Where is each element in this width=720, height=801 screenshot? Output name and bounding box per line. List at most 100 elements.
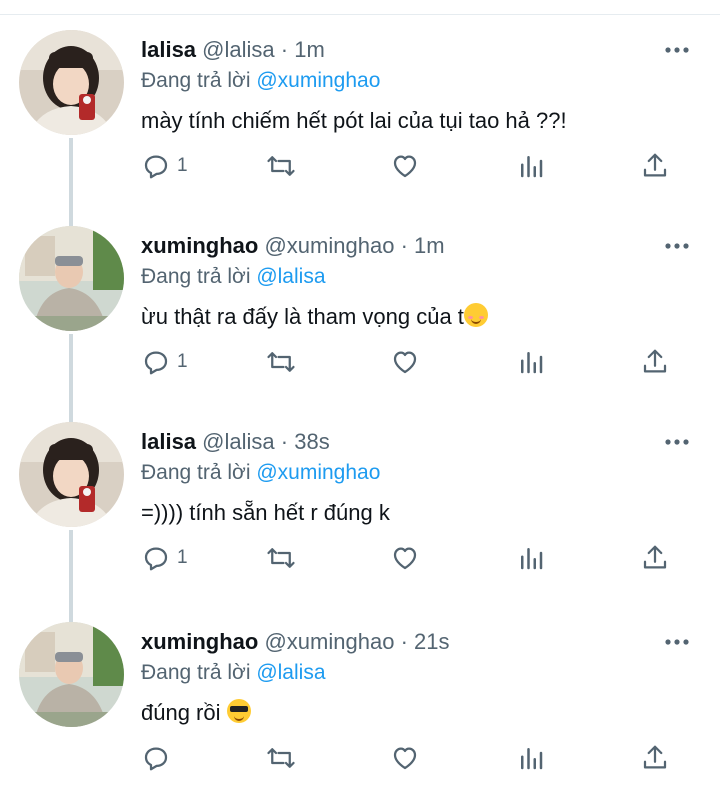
more-options-button[interactable] bbox=[664, 38, 690, 62]
share-button[interactable] bbox=[640, 146, 670, 186]
tweet-actions: 1 bbox=[0, 538, 720, 578]
tweet-header: xuminghao @xuminghao · 21s bbox=[141, 628, 450, 656]
avatar[interactable] bbox=[19, 622, 124, 727]
replying-to: Đang trả lời @lalisa bbox=[141, 659, 326, 687]
timestamp[interactable]: 1m bbox=[414, 233, 445, 258]
tweet-text: ừu thật ra đấy là tham vọng của t bbox=[141, 302, 488, 332]
separator-dot: · bbox=[280, 37, 289, 62]
retweet-button[interactable] bbox=[266, 342, 296, 382]
analytics-icon bbox=[521, 156, 543, 178]
display-name[interactable]: lalisa bbox=[141, 429, 196, 454]
analytics-icon bbox=[521, 548, 543, 570]
analytics-icon bbox=[521, 748, 543, 770]
reply-count: 1 bbox=[177, 547, 188, 568]
avatar[interactable] bbox=[19, 30, 124, 135]
sunglasses-emoji bbox=[226, 699, 251, 723]
tweet-text: =)))) tính sẵn hết r đúng k bbox=[141, 498, 390, 528]
reply-button[interactable]: 1 bbox=[141, 342, 188, 382]
share-button[interactable] bbox=[640, 738, 670, 778]
reply-icon bbox=[144, 547, 168, 571]
retweet-button[interactable] bbox=[266, 738, 296, 778]
reply-button[interactable] bbox=[141, 738, 177, 778]
username[interactable]: @xuminghao bbox=[264, 233, 394, 258]
display-name[interactable]: xuminghao bbox=[141, 629, 258, 654]
heart-icon bbox=[393, 155, 417, 178]
analytics-icon bbox=[521, 352, 543, 374]
timestamp[interactable]: 21s bbox=[414, 629, 449, 654]
analytics-button[interactable] bbox=[516, 146, 546, 186]
tweet-actions: 1 bbox=[0, 146, 720, 186]
tweet-text-content: ừu thật ra đấy là tham vọng của t bbox=[141, 304, 464, 329]
tweet-text: đúng rồi bbox=[141, 698, 251, 728]
xuminghao-avatar-image bbox=[19, 622, 124, 727]
like-button[interactable] bbox=[390, 342, 420, 382]
timestamp[interactable]: 38s bbox=[294, 429, 329, 454]
tweet[interactable]: lalisa @lalisa · 1m Đang trả lời @xuming… bbox=[0, 0, 720, 196]
replying-to: Đang trả lời @lalisa bbox=[141, 263, 326, 291]
retweet-icon bbox=[267, 548, 295, 568]
share-button[interactable] bbox=[640, 342, 670, 382]
username[interactable]: @lalisa bbox=[202, 429, 274, 454]
reply-button[interactable]: 1 bbox=[141, 146, 188, 186]
like-button[interactable] bbox=[390, 146, 420, 186]
tweet[interactable]: lalisa @lalisa · 38s Đang trả lời @xumin… bbox=[0, 392, 720, 588]
display-name[interactable]: lalisa bbox=[141, 37, 196, 62]
mention-link[interactable]: @xuminghao bbox=[256, 69, 380, 92]
retweet-icon bbox=[267, 352, 295, 372]
tweet-actions bbox=[0, 738, 720, 778]
share-icon bbox=[643, 545, 667, 569]
avatar[interactable] bbox=[19, 226, 124, 331]
xuminghao-avatar-image bbox=[19, 226, 124, 331]
replying-to: Đang trả lời @xuminghao bbox=[141, 67, 380, 95]
share-icon bbox=[643, 153, 667, 177]
separator-dot: · bbox=[280, 429, 289, 454]
tweet-actions: 1 bbox=[0, 342, 720, 382]
more-icon bbox=[665, 639, 689, 645]
retweet-icon bbox=[267, 156, 295, 176]
tweet-text-content: đúng rồi bbox=[141, 700, 221, 725]
mention-link[interactable]: @xuminghao bbox=[256, 461, 380, 484]
mention-link[interactable]: @lalisa bbox=[256, 265, 325, 288]
replying-to-label: Đang trả lời bbox=[141, 661, 251, 684]
heart-icon bbox=[393, 351, 417, 374]
separator-dot: · bbox=[400, 629, 408, 654]
username[interactable]: @xuminghao bbox=[264, 629, 394, 654]
more-options-button[interactable] bbox=[664, 630, 690, 654]
lalisa-avatar-image bbox=[19, 422, 124, 527]
tweet-text-content: mày tính chiếm hết pót lai của tụi tao h… bbox=[141, 108, 567, 133]
retweet-button[interactable] bbox=[266, 146, 296, 186]
replying-to-label: Đang trả lời bbox=[141, 461, 251, 484]
mention-link[interactable]: @lalisa bbox=[256, 661, 325, 684]
heart-icon bbox=[393, 547, 417, 570]
analytics-button[interactable] bbox=[516, 738, 546, 778]
timestamp[interactable]: 1m bbox=[294, 37, 325, 62]
replying-to: Đang trả lời @xuminghao bbox=[141, 459, 380, 487]
more-options-button[interactable] bbox=[664, 430, 690, 454]
like-button[interactable] bbox=[390, 738, 420, 778]
reply-button[interactable]: 1 bbox=[141, 538, 188, 578]
display-name[interactable]: xuminghao bbox=[141, 233, 258, 258]
reply-count: 1 bbox=[177, 155, 188, 176]
reply-icon bbox=[144, 351, 168, 375]
tweet-text: mày tính chiếm hết pót lai của tụi tao h… bbox=[141, 106, 567, 136]
avatar[interactable] bbox=[19, 422, 124, 527]
share-button[interactable] bbox=[640, 538, 670, 578]
replying-to-label: Đang trả lời bbox=[141, 265, 251, 288]
share-icon bbox=[643, 349, 667, 373]
reply-count: 1 bbox=[177, 351, 188, 372]
tweet-header: xuminghao @xuminghao · 1m bbox=[141, 232, 445, 260]
separator-dot: · bbox=[400, 233, 408, 258]
replying-to-label: Đang trả lời bbox=[141, 69, 251, 92]
heart-icon bbox=[393, 747, 417, 770]
analytics-button[interactable] bbox=[516, 538, 546, 578]
username[interactable]: @lalisa bbox=[202, 37, 274, 62]
lalisa-avatar-image bbox=[19, 30, 124, 135]
tweet[interactable]: xuminghao @xuminghao · 1m Đang trả lời @… bbox=[0, 196, 720, 392]
like-button[interactable] bbox=[390, 538, 420, 578]
more-icon bbox=[665, 243, 689, 249]
tweet[interactable]: xuminghao @xuminghao · 21s Đang trả lời … bbox=[0, 592, 720, 788]
analytics-button[interactable] bbox=[516, 342, 546, 382]
retweet-button[interactable] bbox=[266, 538, 296, 578]
more-options-button[interactable] bbox=[664, 234, 690, 258]
reply-icon bbox=[144, 747, 168, 771]
